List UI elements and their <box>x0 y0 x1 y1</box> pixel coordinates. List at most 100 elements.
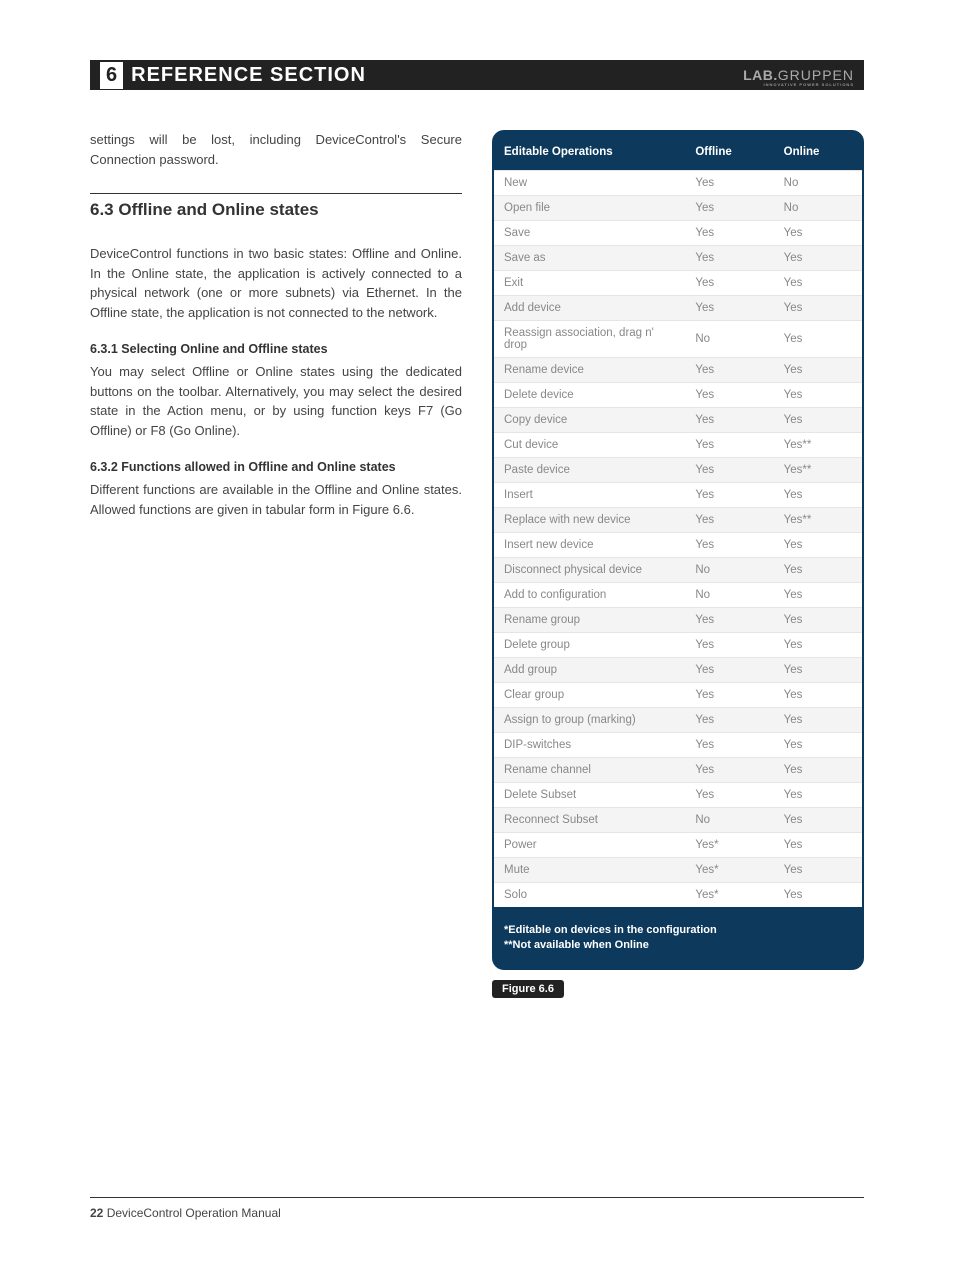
cell-online: Yes <box>774 808 862 833</box>
cell-operation: Reassign association, drag n' drop <box>494 321 685 358</box>
cell-offline: Yes <box>685 733 773 758</box>
cell-offline: Yes <box>685 408 773 433</box>
section-6-3-1-body: You may select Offline or Online states … <box>90 362 462 440</box>
section-6-3-body: DeviceControl functions in two basic sta… <box>90 244 462 322</box>
cell-online: Yes <box>774 633 862 658</box>
cell-operation: Rename channel <box>494 758 685 783</box>
cell-offline: Yes <box>685 533 773 558</box>
cell-operation: Solo <box>494 883 685 908</box>
section-6-3-heading: 6.3 Offline and Online states <box>90 193 462 220</box>
section-number: 6 <box>100 62 123 89</box>
cell-online: Yes <box>774 833 862 858</box>
table-header-online: Online <box>774 132 862 171</box>
cell-offline: Yes <box>685 658 773 683</box>
cell-offline: Yes <box>685 296 773 321</box>
cell-offline: Yes <box>685 458 773 483</box>
table-row: Rename deviceYesYes <box>494 358 862 383</box>
cell-operation: Add group <box>494 658 685 683</box>
cell-online: Yes <box>774 246 862 271</box>
cell-online: Yes <box>774 758 862 783</box>
cell-offline: Yes <box>685 196 773 221</box>
cell-online: Yes <box>774 558 862 583</box>
cell-offline: Yes <box>685 383 773 408</box>
cell-operation: Open file <box>494 196 685 221</box>
cell-operation: Delete Subset <box>494 783 685 808</box>
cell-online: Yes <box>774 483 862 508</box>
cell-operation: Add to configuration <box>494 583 685 608</box>
table-row: SaveYesYes <box>494 221 862 246</box>
cell-operation: Exit <box>494 271 685 296</box>
table-row: Delete groupYesYes <box>494 633 862 658</box>
cell-operation: Replace with new device <box>494 508 685 533</box>
table-row: Cut deviceYesYes** <box>494 433 862 458</box>
cell-operation: Save as <box>494 246 685 271</box>
cell-offline: Yes <box>685 683 773 708</box>
cell-offline: Yes* <box>685 858 773 883</box>
cell-online: Yes <box>774 321 862 358</box>
cell-offline: Yes <box>685 221 773 246</box>
cell-operation: Add device <box>494 296 685 321</box>
cell-online: Yes <box>774 658 862 683</box>
cell-operation: Reconnect Subset <box>494 808 685 833</box>
cell-operation: Insert new device <box>494 533 685 558</box>
table-row: Save asYesYes <box>494 246 862 271</box>
table-row: Open fileYesNo <box>494 196 862 221</box>
table-row: Clear groupYesYes <box>494 683 862 708</box>
cell-offline: Yes <box>685 508 773 533</box>
cell-online: Yes <box>774 683 862 708</box>
cell-online: Yes <box>774 221 862 246</box>
cell-operation: Mute <box>494 858 685 883</box>
operations-table: Editable Operations Offline Online NewYe… <box>494 132 862 907</box>
table-row: Reassign association, drag n' dropNoYes <box>494 321 862 358</box>
cell-offline: Yes <box>685 608 773 633</box>
operations-table-box: Editable Operations Offline Online NewYe… <box>492 130 864 970</box>
cell-operation: Cut device <box>494 433 685 458</box>
cell-online: Yes <box>774 533 862 558</box>
cell-online: Yes <box>774 583 862 608</box>
table-row: Add groupYesYes <box>494 658 862 683</box>
cell-operation: New <box>494 171 685 196</box>
section-title: REFERENCE SECTION <box>131 64 366 87</box>
table-row: DIP-switchesYesYes <box>494 733 862 758</box>
cell-operation: Rename group <box>494 608 685 633</box>
table-row: Delete deviceYesYes <box>494 383 862 408</box>
table-row: InsertYesYes <box>494 483 862 508</box>
table-row: Reconnect SubsetNoYes <box>494 808 862 833</box>
right-column: Editable Operations Offline Online NewYe… <box>492 130 864 998</box>
cell-online: Yes <box>774 733 862 758</box>
table-header-operations: Editable Operations <box>494 132 685 171</box>
cell-offline: Yes <box>685 708 773 733</box>
table-row: Add to configurationNoYes <box>494 583 862 608</box>
table-row: SoloYes*Yes <box>494 883 862 908</box>
cell-offline: Yes <box>685 633 773 658</box>
page-footer: 22 DeviceControl Operation Manual <box>90 1197 864 1220</box>
cell-online: Yes <box>774 383 862 408</box>
cell-offline: Yes* <box>685 883 773 908</box>
cell-online: Yes <box>774 271 862 296</box>
cell-online: Yes** <box>774 508 862 533</box>
cell-online: Yes <box>774 708 862 733</box>
left-column: settings will be lost, including DeviceC… <box>90 130 462 998</box>
table-row: ExitYesYes <box>494 271 862 296</box>
cell-offline: No <box>685 558 773 583</box>
section-6-3-2-heading: 6.3.2 Functions allowed in Offline and O… <box>90 460 462 474</box>
manual-title: DeviceControl Operation Manual <box>103 1206 280 1220</box>
cell-operation: Disconnect physical device <box>494 558 685 583</box>
cell-operation: Insert <box>494 483 685 508</box>
cell-offline: Yes <box>685 483 773 508</box>
cell-offline: Yes <box>685 433 773 458</box>
table-row: Copy deviceYesYes <box>494 408 862 433</box>
section-6-3-2-body: Different functions are available in the… <box>90 480 462 519</box>
table-row: MuteYes*Yes <box>494 858 862 883</box>
cell-operation: Power <box>494 833 685 858</box>
table-row: PowerYes*Yes <box>494 833 862 858</box>
cell-online: Yes <box>774 296 862 321</box>
table-footnotes: *Editable on devices in the configuratio… <box>494 907 862 958</box>
table-row: Rename groupYesYes <box>494 608 862 633</box>
brand-logo: LAB.GRUPPEN INNOVATIVE POWER SOLUTIONS <box>743 67 854 83</box>
cell-offline: No <box>685 321 773 358</box>
cell-operation: Delete device <box>494 383 685 408</box>
page-header: 6 REFERENCE SECTION LAB.GRUPPEN INNOVATI… <box>90 60 864 90</box>
table-row: Rename channelYesYes <box>494 758 862 783</box>
table-row: Insert new deviceYesYes <box>494 533 862 558</box>
